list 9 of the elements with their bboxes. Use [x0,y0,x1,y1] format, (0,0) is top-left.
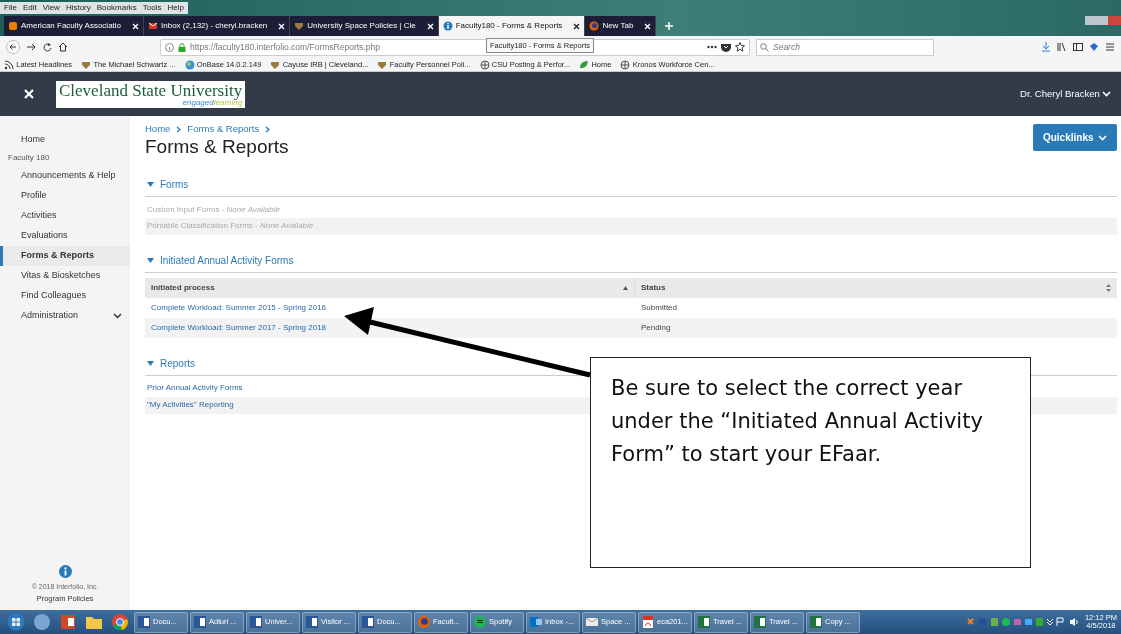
url-text: https://faculty180.interfolio.com/FormsReports.php [190,40,380,54]
callout-text: Be sure to select the correct year under the “Initiated Annual Activity Form” to start your EFaar. [590,357,1031,568]
table-cell: Submitted [641,302,678,312]
table-cell: Pending [641,322,671,332]
sidebar-heading: Faculty 180 [7,152,51,164]
list-item: Custom Input Forms - None Available [147,204,280,214]
university-logo: Cleveland State University engagedlearning [56,80,246,108]
page-title: Forms & Reports [145,136,289,160]
list-item: Printable Classification Forms - None Available [147,221,314,231]
